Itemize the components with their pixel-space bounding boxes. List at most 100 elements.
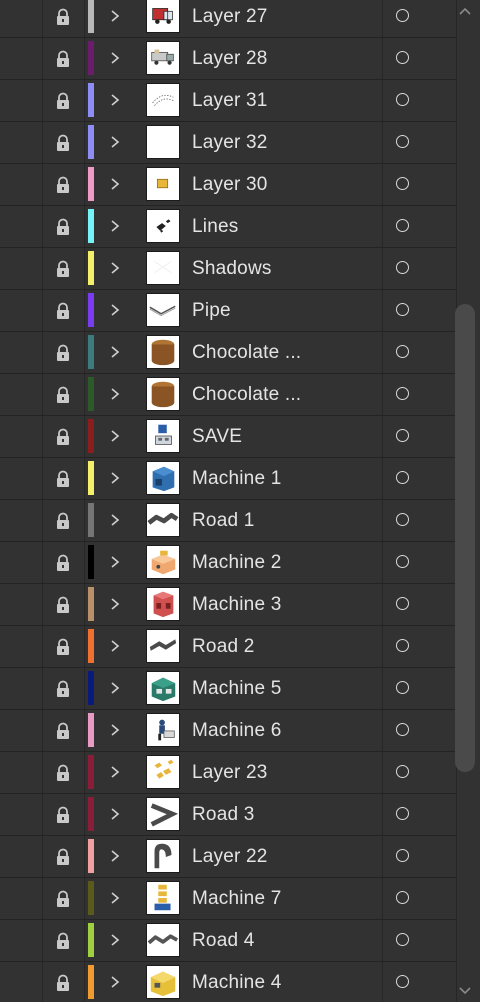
lock-icon[interactable] [54,932,72,950]
target-circle-icon[interactable] [396,933,409,946]
chevron-right-icon[interactable] [108,471,122,485]
lock-icon[interactable] [54,302,72,320]
target-circle-icon[interactable] [396,597,409,610]
layer-row[interactable]: Layer 23 [0,752,456,794]
chevron-right-icon[interactable] [108,597,122,611]
target-circle-icon[interactable] [396,51,409,64]
layer-name[interactable]: Pipe [192,300,231,322]
lock-icon[interactable] [54,974,72,992]
lock-icon[interactable] [54,428,72,446]
layer-name[interactable]: Machine 5 [192,678,281,700]
layer-name[interactable]: Shadows [192,258,272,280]
chevron-right-icon[interactable] [108,135,122,149]
layer-row[interactable]: Chocolate ... [0,374,456,416]
target-circle-icon[interactable] [396,681,409,694]
layer-name[interactable]: Machine 4 [192,972,281,994]
chevron-right-icon[interactable] [108,933,122,947]
chevron-right-icon[interactable] [108,765,122,779]
chevron-right-icon[interactable] [108,51,122,65]
lock-icon[interactable] [54,512,72,530]
target-circle-icon[interactable] [396,135,409,148]
layer-row[interactable]: Layer 27 [0,0,456,38]
chevron-right-icon[interactable] [108,345,122,359]
layer-name[interactable]: Layer 27 [192,6,268,28]
target-circle-icon[interactable] [396,849,409,862]
layer-row[interactable]: Machine 1 [0,458,456,500]
target-circle-icon[interactable] [396,429,409,442]
lock-icon[interactable] [54,890,72,908]
target-circle-icon[interactable] [396,639,409,652]
layer-row[interactable]: Road 3 [0,794,456,836]
layer-name[interactable]: Road 2 [192,636,254,658]
layer-name[interactable]: Lines [192,216,238,238]
chevron-right-icon[interactable] [108,807,122,821]
lock-icon[interactable] [54,638,72,656]
chevron-right-icon[interactable] [108,723,122,737]
target-circle-icon[interactable] [396,219,409,232]
target-circle-icon[interactable] [396,975,409,988]
target-circle-icon[interactable] [396,177,409,190]
chevron-right-icon[interactable] [108,387,122,401]
target-circle-icon[interactable] [396,345,409,358]
layer-name[interactable]: Chocolate ... [192,384,301,406]
layer-name[interactable]: Layer 28 [192,48,268,70]
lock-icon[interactable] [54,470,72,488]
lock-icon[interactable] [54,260,72,278]
target-circle-icon[interactable] [396,765,409,778]
layer-row[interactable]: Machine 6 [0,710,456,752]
layer-row[interactable]: Layer 31 [0,80,456,122]
lock-icon[interactable] [54,218,72,236]
lock-icon[interactable] [54,134,72,152]
target-circle-icon[interactable] [396,513,409,526]
target-circle-icon[interactable] [396,303,409,316]
lock-icon[interactable] [54,806,72,824]
lock-icon[interactable] [54,722,72,740]
lock-icon[interactable] [54,848,72,866]
chevron-right-icon[interactable] [108,9,122,23]
layer-row[interactable]: Shadows [0,248,456,290]
chevron-right-icon[interactable] [108,849,122,863]
target-circle-icon[interactable] [396,891,409,904]
chevron-right-icon[interactable] [108,513,122,527]
chevron-right-icon[interactable] [108,261,122,275]
lock-icon[interactable] [54,680,72,698]
target-circle-icon[interactable] [396,471,409,484]
layer-row[interactable]: Machine 7 [0,878,456,920]
lock-icon[interactable] [54,554,72,572]
chevron-right-icon[interactable] [108,177,122,191]
chevron-right-icon[interactable] [108,681,122,695]
layer-name[interactable]: Machine 2 [192,552,281,574]
chevron-right-icon[interactable] [108,639,122,653]
lock-icon[interactable] [54,344,72,362]
lock-icon[interactable] [54,50,72,68]
chevron-right-icon[interactable] [108,429,122,443]
target-circle-icon[interactable] [396,93,409,106]
layer-name[interactable]: Layer 22 [192,846,268,868]
layer-name[interactable]: Road 1 [192,510,254,532]
layer-name[interactable]: Layer 31 [192,90,268,112]
chevron-right-icon[interactable] [108,891,122,905]
layer-name[interactable]: Layer 32 [192,132,268,154]
layer-name[interactable]: Machine 1 [192,468,281,490]
chevron-right-icon[interactable] [108,555,122,569]
lock-icon[interactable] [54,764,72,782]
layer-row[interactable]: Layer 22 [0,836,456,878]
layer-name[interactable]: Machine 6 [192,720,281,742]
layer-row[interactable]: Machine 3 [0,584,456,626]
layer-row[interactable]: Road 4 [0,920,456,962]
lock-icon[interactable] [54,176,72,194]
chevron-right-icon[interactable] [108,93,122,107]
chevron-right-icon[interactable] [108,975,122,989]
layer-row[interactable]: Machine 5 [0,668,456,710]
layer-row[interactable]: Layer 32 [0,122,456,164]
layer-row[interactable]: Road 1 [0,500,456,542]
scroll-up-arrow-icon[interactable] [458,6,472,18]
layer-name[interactable]: Layer 30 [192,174,268,196]
layer-row[interactable]: Machine 4 [0,962,456,1002]
layer-row[interactable]: Chocolate ... [0,332,456,374]
layer-name[interactable]: SAVE [192,426,242,448]
lock-icon[interactable] [54,596,72,614]
scroll-down-arrow-icon[interactable] [458,984,472,996]
layer-row[interactable]: Pipe [0,290,456,332]
layer-name[interactable]: Chocolate ... [192,342,301,364]
